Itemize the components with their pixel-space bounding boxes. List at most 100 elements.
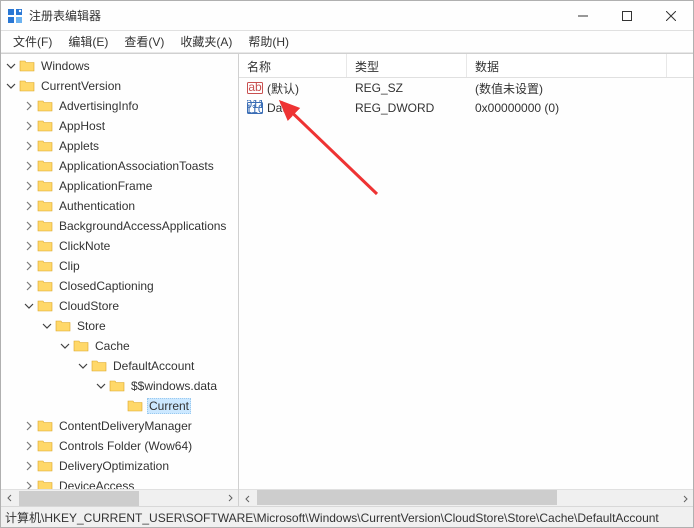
- menu-file[interactable]: 文件(F): [5, 31, 60, 52]
- col-type[interactable]: 类型: [347, 54, 467, 77]
- tree-label: ContentDeliveryManager: [57, 418, 194, 434]
- tree-node[interactable]: ApplicationAssociationToasts: [1, 156, 238, 176]
- tree-node[interactable]: $$windows.data: [1, 376, 238, 396]
- folder-icon: [37, 178, 53, 194]
- menu-help[interactable]: 帮助(H): [240, 31, 297, 52]
- menu-bar: 文件(F) 编辑(E) 查看(V) 收藏夹(A) 帮助(H): [1, 31, 693, 53]
- chevron-right-icon[interactable]: [23, 420, 35, 432]
- chevron-right-icon[interactable]: [23, 140, 35, 152]
- menu-edit[interactable]: 编辑(E): [60, 31, 116, 52]
- list-row[interactable]: ab(默认)REG_SZ(数值未设置): [239, 78, 693, 98]
- main-area: Windows CurrentVersion AdvertisingInfoAppH…: [1, 53, 693, 506]
- chevron-right-icon[interactable]: [23, 100, 35, 112]
- cell-type: REG_SZ: [347, 81, 467, 95]
- status-bar: 计算机\HKEY_CURRENT_USER\SOFTWARE\Microsoft…: [1, 506, 693, 527]
- folder-icon: [37, 238, 53, 254]
- tree-hscrollbar[interactable]: [1, 489, 238, 506]
- list-pane: 名称 类型 数据 ab(默认)REG_SZ(数值未设置)011110DataRE…: [239, 54, 693, 506]
- tree-node[interactable]: Controls Folder (Wow64): [1, 436, 238, 456]
- tree-node[interactable]: Applets: [1, 136, 238, 156]
- chevron-down-icon[interactable]: [41, 320, 53, 332]
- folder-icon: [37, 138, 53, 154]
- svg-text:110: 110: [247, 102, 263, 116]
- folder-icon: [37, 278, 53, 294]
- minimize-button[interactable]: [561, 1, 605, 30]
- tree-label: CloudStore: [57, 298, 121, 314]
- list-row[interactable]: 011110DataREG_DWORD0x00000000 (0): [239, 98, 693, 118]
- chevron-down-icon[interactable]: [23, 300, 35, 312]
- chevron-right-icon[interactable]: [23, 280, 35, 292]
- chevron-down-icon[interactable]: [5, 80, 17, 92]
- app-icon: [7, 8, 23, 24]
- folder-icon: [37, 98, 53, 114]
- list-header: 名称 类型 数据: [239, 54, 693, 78]
- folder-icon: [37, 458, 53, 474]
- cell-data: (数值未设置): [467, 80, 667, 97]
- maximize-button[interactable]: [605, 1, 649, 30]
- scroll-right-icon[interactable]: [221, 490, 238, 507]
- chevron-down-icon[interactable]: [59, 340, 71, 352]
- chevron-right-icon[interactable]: [23, 160, 35, 172]
- tree-node[interactable]: DeliveryOptimization: [1, 456, 238, 476]
- menu-view[interactable]: 查看(V): [116, 31, 172, 52]
- chevron-right-icon[interactable]: [23, 200, 35, 212]
- tree-node[interactable]: ClickNote: [1, 236, 238, 256]
- list-hscroll-thumb[interactable]: [257, 490, 557, 505]
- folder-icon: [127, 398, 143, 414]
- tree-label: ClickNote: [57, 238, 112, 254]
- tree-node[interactable]: BackgroundAccessApplications: [1, 216, 238, 236]
- tree-label: Applets: [57, 138, 101, 154]
- folder-icon: [37, 218, 53, 234]
- close-button[interactable]: [649, 1, 693, 30]
- chevron-down-icon[interactable]: [77, 360, 89, 372]
- list-body[interactable]: ab(默认)REG_SZ(数值未设置)011110DataREG_DWORD0x…: [239, 78, 693, 489]
- tree-node[interactable]: Store: [1, 316, 238, 336]
- chevron-down-icon[interactable]: [95, 380, 107, 392]
- chevron-right-icon[interactable]: [23, 260, 35, 272]
- folder-icon: [37, 438, 53, 454]
- tree-pane: Windows CurrentVersion AdvertisingInfoAppH…: [1, 54, 239, 506]
- col-name[interactable]: 名称: [239, 54, 347, 77]
- scroll-left-icon[interactable]: [1, 490, 18, 507]
- tree-node[interactable]: ApplicationFrame: [1, 176, 238, 196]
- tree-label: $$windows.data: [129, 378, 219, 394]
- tree-node[interactable]: Authentication: [1, 196, 238, 216]
- tree-node[interactable]: Current: [1, 396, 238, 416]
- tree-node[interactable]: CloudStore: [1, 296, 238, 316]
- chevron-right-icon[interactable]: [23, 240, 35, 252]
- chevron-right-icon[interactable]: [23, 220, 35, 232]
- tree-node[interactable]: AdvertisingInfo: [1, 96, 238, 116]
- folder-icon: [37, 298, 53, 314]
- tree-node[interactable]: ContentDeliveryManager: [1, 416, 238, 436]
- chevron-down-icon[interactable]: [5, 60, 17, 72]
- chevron-right-icon[interactable]: [23, 440, 35, 452]
- tree-node[interactable]: AppHost: [1, 116, 238, 136]
- tree-scroll[interactable]: Windows CurrentVersion AdvertisingInfoAppH…: [1, 54, 238, 489]
- chevron-right-icon[interactable]: [23, 120, 35, 132]
- tree-node[interactable]: CurrentVersion: [1, 76, 238, 96]
- tree-node[interactable]: DefaultAccount: [1, 356, 238, 376]
- menu-favorites[interactable]: 收藏夹(A): [172, 31, 240, 52]
- chevron-right-icon[interactable]: [23, 460, 35, 472]
- cell-name: 011110Data: [239, 100, 347, 116]
- tree-label: Clip: [57, 258, 82, 274]
- tree-node[interactable]: Clip: [1, 256, 238, 276]
- tree-node[interactable]: Windows: [1, 56, 238, 76]
- tree-label: DeliveryOptimization: [57, 458, 171, 474]
- tree-node[interactable]: Cache: [1, 336, 238, 356]
- tree-hscroll-thumb[interactable]: [19, 491, 139, 506]
- chevron-right-icon[interactable]: [23, 180, 35, 192]
- list-hscrollbar[interactable]: [239, 489, 693, 506]
- tree-label: ClosedCaptioning: [57, 278, 156, 294]
- tree-node[interactable]: ClosedCaptioning: [1, 276, 238, 296]
- tree-label: CurrentVersion: [39, 78, 123, 94]
- col-data[interactable]: 数据: [467, 54, 667, 77]
- folder-icon: [55, 318, 71, 334]
- scroll-right-icon[interactable]: [676, 490, 693, 507]
- cell-type: REG_DWORD: [347, 101, 467, 115]
- scroll-left-icon[interactable]: [239, 490, 256, 507]
- tree-label: Controls Folder (Wow64): [57, 438, 194, 454]
- tree-node[interactable]: DeviceAccess: [1, 476, 238, 489]
- title-bar: 注册表编辑器: [1, 1, 693, 31]
- chevron-right-icon[interactable]: [23, 480, 35, 489]
